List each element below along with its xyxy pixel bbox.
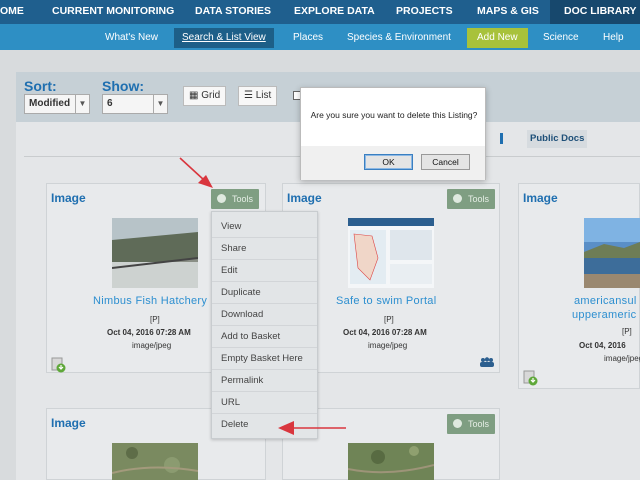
- gear-icon: [217, 194, 226, 203]
- chevron-down-icon: ▼: [153, 95, 167, 113]
- show-label: Show:: [102, 78, 144, 94]
- tools-label: Tools: [231, 194, 253, 204]
- ok-button[interactable]: OK: [364, 154, 413, 170]
- confirm-delete-dialog: Are you sure you want to delete this Lis…: [300, 87, 486, 180]
- nav-projects[interactable]: PROJECTS: [396, 0, 453, 24]
- cancel-button[interactable]: Cancel: [421, 154, 470, 170]
- card-title-link[interactable]: americansul: [574, 295, 637, 307]
- dialog-message: Are you sure you want to delete this Lis…: [310, 110, 478, 120]
- card-mime: image/jpeg: [368, 341, 408, 350]
- card-thumbnail[interactable]: [348, 443, 434, 480]
- card-mime: image/jpeg: [604, 354, 640, 363]
- filter-divider: [500, 133, 503, 144]
- list-icon: ☰: [244, 90, 253, 101]
- card-thumbnail[interactable]: [112, 443, 198, 480]
- menu-item-delete[interactable]: Delete: [212, 414, 317, 436]
- chevron-down-icon: ▼: [75, 95, 89, 113]
- dialog-footer: OK Cancel: [301, 146, 485, 180]
- card-date: Oct 04, 2016: [579, 341, 626, 350]
- subnav-add-new[interactable]: Add New: [467, 28, 528, 48]
- nav-current-monitoring[interactable]: CURRENT MONITORING: [52, 0, 174, 24]
- list-view-button[interactable]: ☰ List: [238, 86, 278, 106]
- sort-select[interactable]: Modified ▼: [24, 94, 90, 114]
- nav-doc-library[interactable]: DOC LIBRARY: [550, 0, 640, 24]
- show-value: 6: [107, 98, 113, 109]
- subnav-places[interactable]: Places: [293, 28, 323, 48]
- grid-label: Grid: [201, 90, 221, 101]
- menu-item-duplicate[interactable]: Duplicate: [212, 282, 317, 304]
- subnav-species-environment[interactable]: Species & Environment: [347, 28, 451, 48]
- menu-item-edit[interactable]: Edit: [212, 260, 317, 282]
- subnav-science[interactable]: Science: [543, 28, 579, 48]
- card-flag: [P]: [622, 327, 632, 336]
- top-nav: OME CURRENT MONITORING DATA STORIES EXPL…: [0, 0, 640, 24]
- card-thumbnail[interactable]: [584, 218, 640, 288]
- tools-button[interactable]: Tools: [447, 189, 495, 209]
- users-icon: [480, 357, 494, 367]
- card-title-link[interactable]: Nimbus Fish Hatchery: [93, 295, 207, 307]
- card-type-label: Image: [523, 191, 558, 205]
- tools-button[interactable]: Tools: [447, 414, 495, 434]
- tools-dropdown-menu: View Share Edit Duplicate Download Add t…: [211, 211, 318, 439]
- card-type-label: Image: [51, 416, 86, 430]
- show-select[interactable]: 6 ▼: [102, 94, 168, 114]
- sub-nav: What's New Search & List View Places Spe…: [0, 24, 640, 50]
- grid-view-button[interactable]: ▦ Grid: [183, 86, 227, 106]
- card-mime: image/jpeg: [132, 341, 172, 350]
- gear-icon: [453, 194, 462, 203]
- card-title-link[interactable]: Safe to swim Portal: [336, 295, 436, 307]
- menu-item-view[interactable]: View: [212, 216, 317, 238]
- subnav-search-list-view[interactable]: Search & List View: [174, 28, 274, 48]
- tools-label: Tools: [467, 419, 489, 429]
- card-flag: [P]: [150, 315, 160, 324]
- card-thumbnail[interactable]: [112, 218, 198, 288]
- menu-item-download[interactable]: Download: [212, 304, 317, 326]
- card-type-label: Image: [51, 191, 86, 205]
- nav-data-stories[interactable]: DATA STORIES: [195, 0, 271, 24]
- card-date: Oct 04, 2016 07:28 AM: [107, 328, 191, 337]
- sort-label: Sort:: [24, 78, 57, 94]
- list-label: List: [255, 90, 272, 101]
- grid-icon: ▦: [189, 90, 199, 101]
- download-icon[interactable]: [51, 357, 66, 373]
- subnav-help[interactable]: Help: [603, 28, 624, 48]
- tools-button[interactable]: Tools: [211, 189, 259, 209]
- menu-item-empty-basket-here[interactable]: Empty Basket Here: [212, 348, 317, 370]
- nav-maps-gis[interactable]: MAPS & GIS: [477, 0, 539, 24]
- gear-icon: [453, 419, 462, 428]
- nav-home[interactable]: OME: [0, 0, 24, 24]
- menu-item-permalink[interactable]: Permalink: [212, 370, 317, 392]
- card-flag: [P]: [384, 315, 394, 324]
- download-icon[interactable]: [523, 370, 538, 386]
- card-date: Oct 04, 2016 07:28 AM: [343, 328, 427, 337]
- card-title-link-continued[interactable]: upperameric: [572, 309, 636, 321]
- tools-label: Tools: [467, 194, 489, 204]
- menu-item-add-to-basket[interactable]: Add to Basket: [212, 326, 317, 348]
- nav-explore-data[interactable]: EXPLORE DATA: [294, 0, 375, 24]
- menu-item-share[interactable]: Share: [212, 238, 317, 260]
- subnav-whats-new[interactable]: What's New: [105, 28, 158, 48]
- menu-item-url[interactable]: URL: [212, 392, 317, 414]
- public-docs-filter[interactable]: Public Docs: [527, 130, 588, 148]
- card-thumbnail[interactable]: [348, 218, 434, 288]
- card-type-label: Image: [287, 191, 322, 205]
- sort-value: Modified: [29, 98, 71, 109]
